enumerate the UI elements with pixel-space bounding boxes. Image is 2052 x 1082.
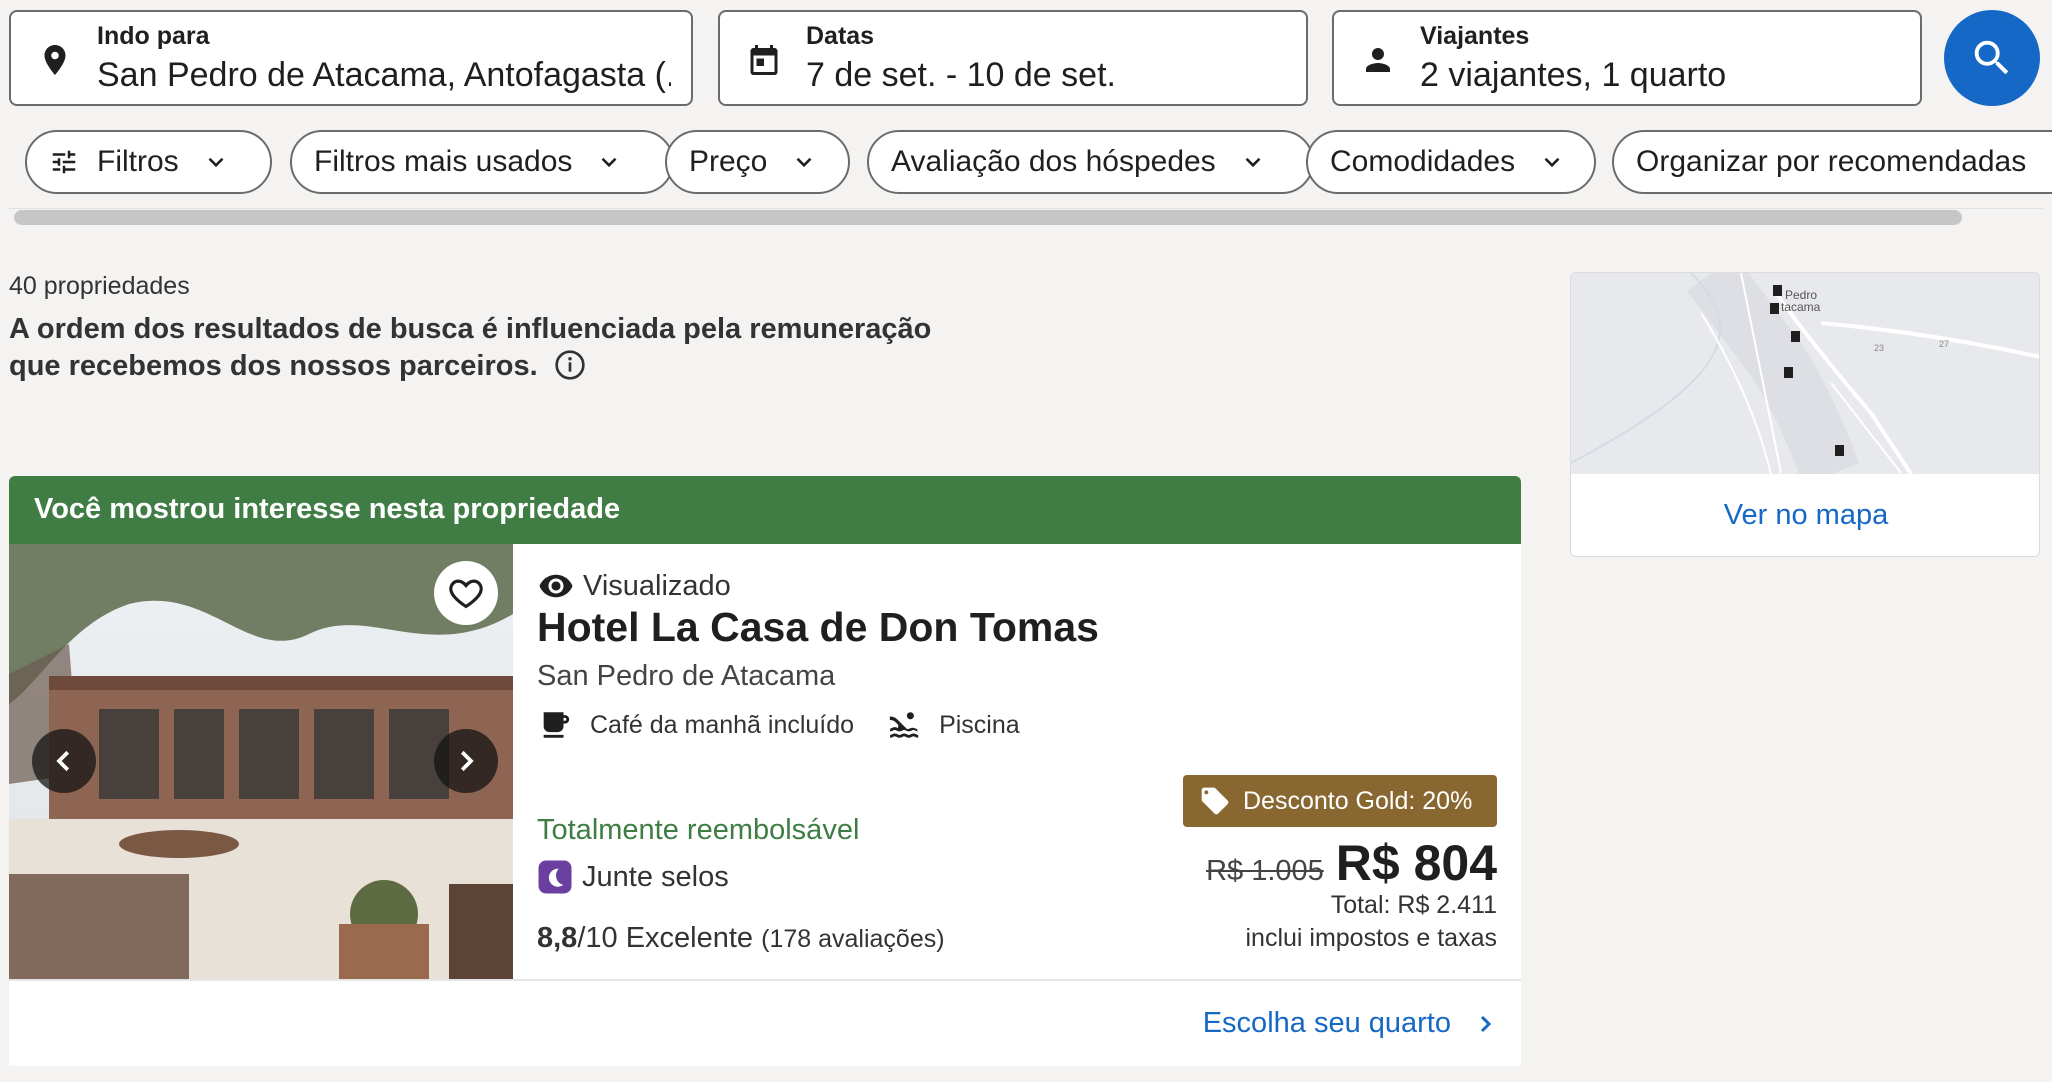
map-road-label: 23 xyxy=(1874,343,1884,353)
card-footer: Escolha seu quarto xyxy=(9,979,1521,1066)
gold-discount-label: Desconto Gold: 20% xyxy=(1243,786,1473,815)
rating-out-of: /10 Excelente xyxy=(577,922,754,954)
chevron-down-icon xyxy=(796,157,812,168)
filters-chip-label: Filtros xyxy=(97,145,179,178)
chevron-right-icon xyxy=(1480,1015,1492,1032)
results-count: 40 propriedades xyxy=(9,272,190,300)
chevron-down-icon xyxy=(1544,157,1560,168)
amenities-list: Café da manhã incluído Piscina xyxy=(538,708,1020,742)
map-preview-card[interactable]: Pedro tacama 23 27 Ver no mapa xyxy=(1570,272,2040,557)
view-on-map-link[interactable]: Ver no mapa xyxy=(1571,499,2039,532)
price-chip[interactable]: Preço xyxy=(665,130,850,194)
search-icon xyxy=(1974,40,2009,75)
guest-rating-label: Avaliação dos hóspedes xyxy=(891,145,1216,178)
favorite-button[interactable] xyxy=(434,561,498,625)
property-photo[interactable] xyxy=(9,544,513,979)
chevron-down-icon xyxy=(1245,157,1261,168)
price-chip-label: Preço xyxy=(689,145,768,178)
viewed-indicator: Visualizado xyxy=(538,568,731,604)
ranking-disclaimer-text: A ordem dos resultados de busca é influe… xyxy=(9,313,932,382)
total-price: Total: R$ 2.411 xyxy=(1330,891,1497,919)
original-price: R$ 1.005 xyxy=(1206,855,1324,887)
moon-stamp-icon xyxy=(538,860,572,894)
coffee-cup-icon xyxy=(543,712,570,738)
choose-room-label: Escolha seu quarto xyxy=(1202,1007,1451,1039)
popular-filters-label: Filtros mais usados xyxy=(314,145,573,178)
sort-chip-label: Organizar por recomendadas xyxy=(1636,145,2027,178)
heart-icon xyxy=(449,579,483,609)
sliders-icon xyxy=(52,150,76,174)
pool-icon xyxy=(889,712,919,738)
chevron-down-icon xyxy=(602,157,617,168)
destination-value: San Pedro de Atacama, Antofagasta (... xyxy=(97,56,671,94)
rating-score: 8,8 xyxy=(537,922,578,954)
price-row: R$ 1.005 R$ 804 xyxy=(1206,834,1497,892)
chevron-right-icon xyxy=(460,750,474,772)
viewed-label: Visualizado xyxy=(583,569,731,602)
amenities-chip-label: Comodidades xyxy=(1330,145,1516,178)
guest-rating: 8,8/10 Excelente (178 avaliações) xyxy=(537,922,945,955)
search-button[interactable] xyxy=(1944,10,2040,106)
dates-field[interactable]: Datas 7 de set. - 10 de set. xyxy=(718,10,1308,106)
travelers-value: 2 viajantes, 1 quarto xyxy=(1420,56,1727,94)
destination-field[interactable]: Indo para San Pedro de Atacama, Antofaga… xyxy=(9,10,693,106)
price-tag-icon xyxy=(1201,787,1229,815)
property-info: Visualizado Hotel La Casa de Don Tomas S… xyxy=(513,544,1521,979)
travelers-field[interactable]: Viajantes 2 viajantes, 1 quarto xyxy=(1332,10,1922,106)
interest-banner-text: Você mostrou interesse nesta propriedade xyxy=(34,493,621,525)
taxes-note: inclui impostos e taxas xyxy=(1245,924,1497,952)
location-pin-icon xyxy=(44,45,66,75)
horizontal-scrollbar-thumb[interactable] xyxy=(14,210,1962,225)
interest-banner: Você mostrou interesse nesta propriedade xyxy=(9,476,1521,544)
map-place-label-2: tacama xyxy=(1781,300,1821,314)
eye-icon xyxy=(539,574,573,598)
filter-chip-bar: Filtros Filtros mais usados Preço Avalia… xyxy=(25,130,2052,194)
gold-discount-badge: Desconto Gold: 20% xyxy=(1183,775,1497,827)
property-card[interactable]: Visualizado Hotel La Casa de Don Tomas S… xyxy=(9,544,1521,1066)
map-road-label-2: 27 xyxy=(1939,339,1949,349)
next-photo-button[interactable] xyxy=(434,729,498,793)
map-thumbnail[interactable]: Pedro tacama 23 27 xyxy=(1571,273,2040,474)
amenity-pool: Piscina xyxy=(939,710,1020,739)
stamps-label: Junte selos xyxy=(582,860,729,893)
refundable-label: Totalmente reembolsável xyxy=(537,814,860,846)
chevron-down-icon xyxy=(208,157,224,168)
search-bar: Indo para San Pedro de Atacama, Antofaga… xyxy=(9,10,2043,106)
amenities-chip[interactable]: Comodidades xyxy=(1306,130,1596,194)
travelers-label: Viajantes xyxy=(1420,22,1530,50)
calendar-icon xyxy=(750,45,778,75)
chevron-left-icon xyxy=(56,750,70,772)
hotel-location: San Pedro de Atacama xyxy=(537,660,836,692)
nightly-price: R$ 804 xyxy=(1335,835,1497,891)
filters-chip[interactable]: Filtros xyxy=(25,130,272,194)
ranking-disclaimer: A ordem dos resultados de busca é influe… xyxy=(9,311,969,385)
previous-photo-button[interactable] xyxy=(32,729,96,793)
amenity-breakfast: Café da manhã incluído xyxy=(590,710,855,739)
stamps-indicator: Junte selos xyxy=(537,859,729,895)
choose-room-link[interactable]: Escolha seu quarto xyxy=(1203,1007,1497,1040)
destination-label: Indo para xyxy=(97,22,210,50)
info-icon[interactable] xyxy=(554,349,586,381)
review-count: (178 avaliações) xyxy=(761,925,945,953)
sort-chip[interactable]: Organizar por recomendadas xyxy=(1612,130,2052,194)
hotel-name[interactable]: Hotel La Casa de Don Tomas xyxy=(537,604,1099,651)
popular-filters-chip[interactable]: Filtros mais usados xyxy=(290,130,674,194)
dates-label: Datas xyxy=(806,22,875,50)
dates-value: 7 de set. - 10 de set. xyxy=(806,56,1116,94)
person-icon xyxy=(1366,48,1390,72)
guest-rating-chip[interactable]: Avaliação dos hóspedes xyxy=(867,130,1314,194)
